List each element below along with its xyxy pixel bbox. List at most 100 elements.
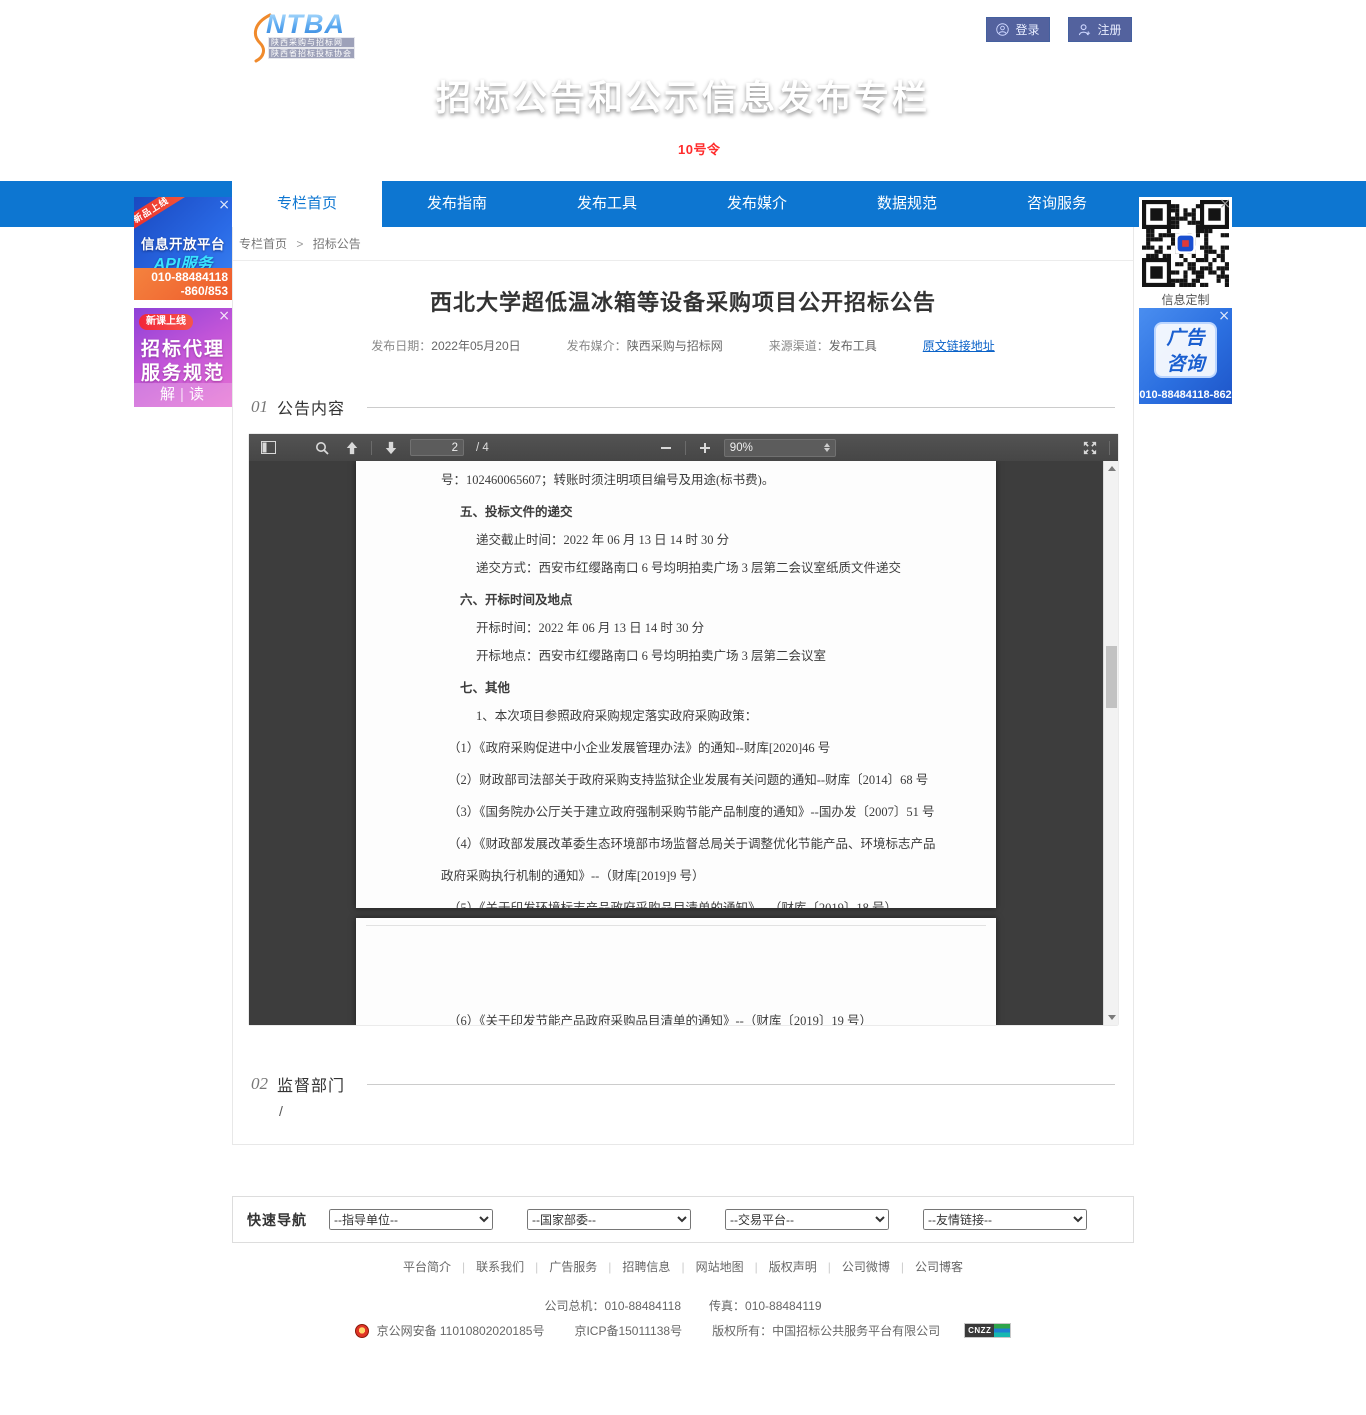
ad-api-phone: 010-88484118 -860/853	[134, 268, 232, 300]
original-link[interactable]: 原文链接地址	[923, 337, 995, 354]
ad-api-close-icon[interactable]: ×	[218, 198, 230, 212]
zoom-level-value: 90%	[730, 442, 753, 454]
meta-publish-media: 发布媒介：陕西采购与招标网	[567, 337, 723, 354]
tab-column-home[interactable]: 专栏首页	[232, 181, 382, 227]
police-emblem-icon	[355, 1324, 369, 1338]
dropdown-guidance-units[interactable]: --指导单位--	[329, 1209, 493, 1230]
supervision-content: /	[279, 1103, 283, 1119]
breadcrumb: 专栏首页 > 招标公告	[233, 227, 1133, 261]
banner-subtitle: 《招标公告和公示信息发布管理办法》（国家发改委第10号令）《招标公告和公示数据接…	[0, 139, 1366, 158]
pdf-line: （1）《政府采购促进中小企业发展管理办法》的通知--财库[2020]46 号	[448, 737, 996, 756]
ad-api-service[interactable]: 新品上线 × 信息开放平台 API服务 010-88484118 -860/85…	[134, 197, 232, 300]
page-down-icon[interactable]	[380, 437, 402, 458]
logo-mark-icon: NTBA 陕西采购与招标网 陕西省招标投标协会	[252, 11, 364, 59]
pdf-viewer: / 4 90%	[249, 434, 1118, 1025]
scroll-down-icon[interactable]	[1104, 1010, 1118, 1025]
section1-rule	[367, 407, 1115, 408]
ad-course-footer: 解|读	[134, 383, 232, 407]
footer-copyright: 版权所有：中国招标公共服务平台有限公司	[712, 1322, 940, 1339]
banner-sub-post: 《招标公告和公示数据接口规范》试行	[776, 142, 1006, 157]
top-banner: NTBA 陕西采购与招标网 陕西省招标投标协会 陕西采购与招标网 陕西采购与招标…	[0, 0, 1366, 172]
main-content: 专栏首页 > 招标公告 西北大学超低温冰箱等设备采购项目公开招标公告 发布日期：…	[232, 227, 1134, 1145]
footer-link-blog[interactable]: 公司博客	[915, 1260, 963, 1274]
section2-rule	[367, 1084, 1115, 1085]
breadcrumb-separator: >	[296, 237, 303, 251]
zoom-level-select[interactable]: 90%	[724, 439, 836, 457]
tab-publish-guide[interactable]: 发布指南	[382, 181, 532, 227]
pdf-scrollbar[interactable]	[1103, 461, 1118, 1025]
footer-link-ads[interactable]: 广告服务	[549, 1260, 597, 1274]
nav-menu: 专栏首页 发布指南 发布工具 发布媒介 数据规范 咨询服务	[232, 181, 1134, 227]
dropdown-national-ministries[interactable]: --国家部委--	[527, 1209, 691, 1230]
register-label: 注册	[1097, 21, 1121, 38]
breadcrumb-current[interactable]: 招标公告	[313, 237, 361, 251]
meta-publish-date: 发布日期：2022年05月20日	[371, 337, 520, 354]
section1-number: 01	[251, 397, 268, 417]
page-up-icon[interactable]	[341, 437, 363, 458]
footer-link-copyright[interactable]: 版权声明	[769, 1260, 817, 1274]
pdf-line: 1、本次项目参照政府采购规定落实政府采购政策：	[476, 705, 996, 724]
article-meta: 发布日期：2022年05月20日 发布媒介：陕西采购与招标网 来源渠道：发布工具…	[233, 337, 1133, 354]
page-total: / 4	[476, 442, 489, 454]
ad-course-line1: 招标代理	[134, 334, 232, 361]
ad-consult-phone: 010-88484118-862	[1139, 389, 1232, 401]
ad-consult-close-icon[interactable]: ×	[1218, 309, 1230, 323]
footer-link-sitemap[interactable]: 网站地图	[696, 1260, 744, 1274]
pdf-canvas[interactable]: 号：102460065607；转账时须注明项目编号及用途(标书费)。 五、投标文…	[249, 461, 1118, 1025]
login-button[interactable]: 登录	[986, 17, 1050, 42]
pdf-line: （4）《财政部发展改革委生态环境部市场监督总局关于调整优化节能产品、环境标志产品	[448, 833, 996, 852]
zoom-in-icon[interactable]	[694, 437, 716, 458]
footer-beian2[interactable]: 京ICP备15011138号	[574, 1322, 682, 1339]
meta-source-channel: 来源渠道：发布工具	[769, 337, 877, 354]
register-button[interactable]: 注册	[1068, 17, 1132, 42]
pdf-line: 政府采购执行机制的通知》--（财库[2019]9 号）	[441, 865, 996, 884]
site-logo[interactable]: NTBA 陕西采购与招标网 陕西省招标投标协会 陕西采购与招标网 陕西采购与招标…	[252, 8, 556, 61]
site-subtitle: 陕西采购与招标公共服务平台	[374, 42, 556, 61]
cnzz-stripes-icon	[994, 1324, 1010, 1337]
pdf-line: 开标地点：西安市红缨路南口 6 号均明拍卖广场 3 层第二会议室	[476, 645, 996, 664]
ad-agency-course[interactable]: 新课上线 × 招标代理 服务规范 解|读	[134, 308, 232, 407]
site-name: 陕西采购与招标网	[374, 8, 556, 37]
qr-close-icon[interactable]: ×	[1219, 197, 1231, 211]
scroll-up-icon[interactable]	[1104, 461, 1118, 476]
ad-consult[interactable]: × 广告 咨询 010-88484118-862	[1139, 308, 1232, 404]
pdf-heading: 五、投标文件的递交	[460, 501, 996, 520]
footer-link-about[interactable]: 平台简介	[403, 1260, 451, 1274]
tab-publish-tools[interactable]: 发布工具	[532, 181, 682, 227]
logo-subline-2: 陕西省招标投标协会	[268, 48, 355, 59]
scrollbar-thumb[interactable]	[1106, 646, 1117, 708]
pdf-line: （6）《关于印发节能产品政府采购品目清单的通知》--（财库〔2019〕19 号）	[448, 1010, 996, 1025]
pdf-line: 递交截止时间：2022 年 06 月 13 日 14 时 30 分	[476, 529, 996, 548]
tab-data-standards[interactable]: 数据规范	[832, 181, 982, 227]
section2-number: 02	[251, 1074, 268, 1094]
footer-link-jobs[interactable]: 招聘信息	[622, 1260, 670, 1274]
footer-phone-fax: 公司总机：010-88484118传真：010-88484119	[0, 1297, 1366, 1314]
zoom-out-icon[interactable]	[655, 437, 677, 458]
banner-sub-close: ）	[720, 142, 734, 157]
zoom-select-caret-icon	[824, 443, 830, 452]
tab-publish-media[interactable]: 发布媒介	[682, 181, 832, 227]
dropdown-trading-platforms[interactable]: --交易平台--	[725, 1209, 889, 1230]
cnzz-badge[interactable]: CNZZ	[964, 1323, 1011, 1338]
dropdown-friendly-links[interactable]: --友情链接--	[923, 1209, 1087, 1230]
section1-title: 公告内容	[277, 395, 345, 419]
sidebar-toggle-icon[interactable]	[257, 437, 279, 458]
footer-link-weibo[interactable]: 公司微博	[842, 1260, 890, 1274]
tab-consult-service[interactable]: 咨询服务	[982, 181, 1132, 227]
ad-course-close-icon[interactable]: ×	[218, 309, 230, 323]
footer-legal: 京公网安备 11010802020185号 京ICP备15011138号 版权所…	[0, 1322, 1366, 1339]
pdf-line: 递交方式：西安市红缨路南口 6 号均明拍卖广场 3 层第二会议室纸质文件递交	[476, 557, 996, 576]
pdf-line: （2）财政部司法部关于政府采购支持监狱企业发展有关问题的通知--财库〔2014〕…	[448, 769, 996, 788]
footer-link-contact[interactable]: 联系我们	[476, 1260, 524, 1274]
section-supervision-header: 02 监督部门	[251, 1072, 1115, 1096]
fullscreen-icon[interactable]	[1079, 437, 1101, 458]
search-icon[interactable]	[311, 437, 333, 458]
logo-acronym: NTBA	[266, 9, 345, 40]
ad-course-badge: 新课上线	[139, 314, 193, 330]
banner-title: 招标公告和公示信息发布专栏	[0, 70, 1366, 121]
breadcrumb-home[interactable]: 专栏首页	[239, 237, 287, 251]
footer: 平台简介|联系我们|广告服务|招聘信息|网站地图|版权声明|公司微博|公司博客 …	[0, 1258, 1366, 1339]
page-number-input[interactable]	[410, 439, 464, 456]
footer-beian1[interactable]: 京公网安备 11010802020185号	[377, 1322, 545, 1339]
quick-nav-bar: 快速导航 --指导单位-- --国家部委-- --交易平台-- --友情链接--	[232, 1196, 1134, 1243]
